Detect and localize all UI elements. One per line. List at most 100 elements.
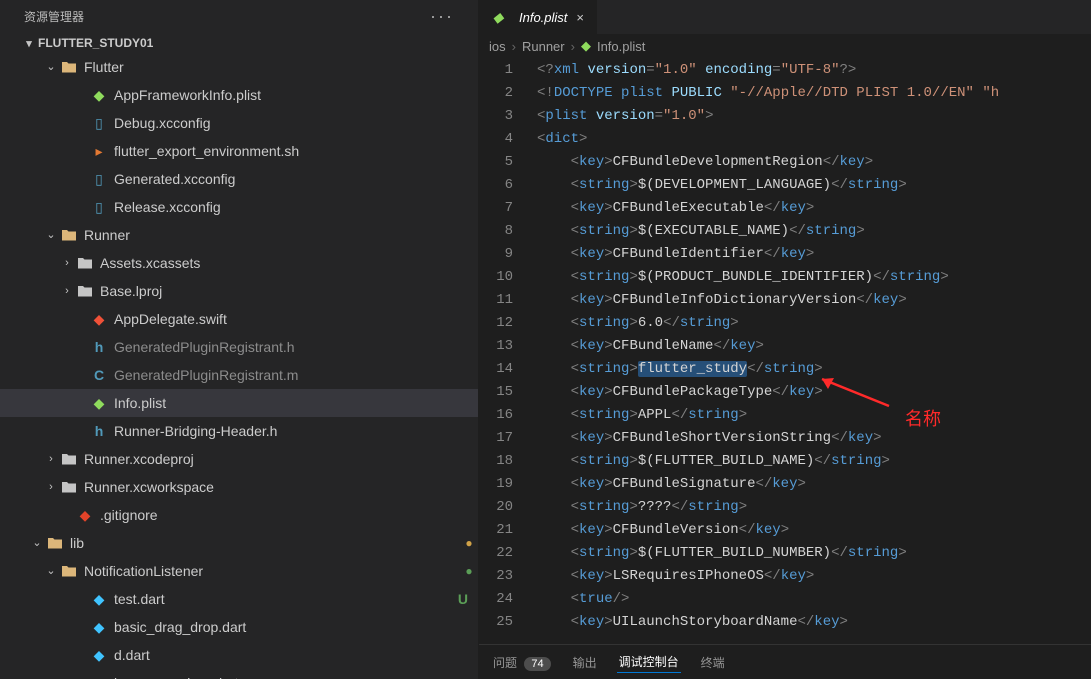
tree-item[interactable]: ›Runner.xcworkspace — [0, 473, 478, 501]
tree-item[interactable]: ⌄lib● — [0, 529, 478, 557]
code-line[interactable]: <string>????</string> — [527, 496, 1091, 519]
tree-item[interactable]: ›◆d.dart — [0, 641, 478, 669]
tree-item[interactable]: ›◆test.dartU — [0, 585, 478, 613]
breadcrumbs[interactable]: ios › Runner › ◆ Info.plist — [479, 34, 1091, 59]
tree-item-label: GeneratedPluginRegistrant.h — [114, 336, 478, 358]
code-line[interactable]: <plist version="1.0"> — [527, 105, 1091, 128]
chevron-down-icon[interactable]: ⌄ — [44, 560, 58, 582]
tree-item[interactable]: ›◆.gitignore — [0, 501, 478, 529]
tree-item[interactable]: ›◆basic_drag_drop.dart — [0, 613, 478, 641]
tree-item[interactable]: ›◆Info.plist — [0, 389, 478, 417]
tree-item[interactable]: ›▯Generated.xcconfig — [0, 165, 478, 193]
tree-item[interactable]: ›Assets.xcassets — [0, 249, 478, 277]
tree-item-label: AppDelegate.swift — [114, 308, 478, 330]
panel-tab-output[interactable]: 输出 — [571, 652, 599, 673]
code-line[interactable]: <key>CFBundleIdentifier</key> — [527, 243, 1091, 266]
chevron-right-icon[interactable]: › — [60, 252, 74, 274]
chevron-down-icon[interactable]: ⌄ — [30, 532, 44, 554]
xcconfig-icon: ▯ — [90, 168, 108, 190]
code-line[interactable]: <true/> — [527, 588, 1091, 611]
tree-item[interactable]: ›◆longpress_drag.dart — [0, 669, 478, 679]
chevron-down-icon[interactable]: ⌄ — [44, 224, 58, 246]
code-content[interactable]: <?xml version="1.0" encoding="UTF-8"?><!… — [527, 59, 1091, 644]
tree-item[interactable]: ⌄Runner — [0, 221, 478, 249]
explorer-more-icon[interactable]: ··· — [430, 6, 454, 27]
code-line[interactable]: <key>CFBundleVersion</key> — [527, 519, 1091, 542]
folder-icon — [76, 284, 94, 298]
tree-item[interactable]: ›▯Debug.xcconfig — [0, 109, 478, 137]
panel-tab-debug-console[interactable]: 调试控制台 — [617, 651, 681, 673]
explorer-sidebar: 资源管理器 ··· ▾ FLUTTER_STUDY01 ⌄Flutter›◆Ap… — [0, 0, 479, 679]
tree-item-label: lib — [70, 532, 460, 554]
panel-tab-terminal[interactable]: 终端 — [699, 652, 727, 673]
tree-item[interactable]: ›▯Release.xcconfig — [0, 193, 478, 221]
code-line[interactable]: <key>CFBundleSignature</key> — [527, 473, 1091, 496]
tree-item[interactable]: ›Runner.xcodeproj — [0, 445, 478, 473]
git-status-dot: ● — [460, 560, 478, 582]
code-line[interactable]: <string>$(FLUTTER_BUILD_NAME)</string> — [527, 450, 1091, 473]
plist-icon: ◆ — [489, 9, 507, 26]
lib-icon — [46, 536, 64, 550]
breadcrumb-item[interactable]: ios — [489, 39, 506, 54]
tab-label: Info.plist — [519, 10, 567, 25]
code-line[interactable]: <key>CFBundleInfoDictionaryVersion</key> — [527, 289, 1091, 312]
code-line[interactable]: <string>$(EXECUTABLE_NAME)</string> — [527, 220, 1091, 243]
project-root[interactable]: ▾ FLUTTER_STUDY01 — [0, 33, 478, 53]
problems-count-badge: 74 — [524, 657, 550, 671]
tree-item[interactable]: ⌄ NotificationListener● — [0, 557, 478, 585]
tree-item[interactable]: ›◆AppDelegate.swift — [0, 305, 478, 333]
code-line[interactable]: <key>CFBundleDevelopmentRegion</key> — [527, 151, 1091, 174]
tree-item-label: Generated.xcconfig — [114, 168, 478, 190]
plist-icon: ◆ — [90, 392, 108, 414]
h-icon: h — [90, 420, 108, 442]
panel-tab-problems[interactable]: 问题 74 — [491, 652, 553, 673]
breadcrumb-item[interactable]: Runner — [522, 39, 565, 54]
xcconfig-icon: ▯ — [90, 196, 108, 218]
code-line[interactable]: <key>CFBundlePackageType</key> — [527, 381, 1091, 404]
tree-item[interactable]: ⌄Flutter — [0, 53, 478, 81]
tab-infoplist[interactable]: ◆ Info.plist × — [479, 0, 598, 34]
code-line[interactable]: <string>flutter_study</string> — [527, 358, 1091, 381]
chevron-right-icon: › — [571, 39, 575, 54]
code-line[interactable]: <key>LSRequiresIPhoneOS</key> — [527, 565, 1091, 588]
git-icon: ◆ — [76, 504, 94, 526]
code-line[interactable]: <key>CFBundleName</key> — [527, 335, 1091, 358]
close-icon[interactable]: × — [573, 10, 587, 25]
folder-icon — [76, 256, 94, 270]
code-line[interactable]: <key>UILaunchStoryboardName</key> — [527, 611, 1091, 634]
tree-item[interactable]: ›hRunner-Bridging-Header.h — [0, 417, 478, 445]
code-line[interactable]: <string>$(DEVELOPMENT_LANGUAGE)</string> — [527, 174, 1091, 197]
folder-open-icon — [60, 60, 78, 74]
breadcrumb-item[interactable]: Info.plist — [597, 39, 645, 54]
tree-item-label: Release.xcconfig — [114, 196, 478, 218]
chevron-down-icon[interactable]: ⌄ — [44, 56, 58, 78]
code-line[interactable]: <string>6.0</string> — [527, 312, 1091, 335]
tree-item-label: NotificationListener — [84, 560, 460, 582]
tree-item-label: d.dart — [114, 644, 478, 666]
code-line[interactable]: <dict> — [527, 128, 1091, 151]
plist-icon: ◆ — [90, 84, 108, 106]
code-line[interactable]: <string>$(PRODUCT_BUNDLE_IDENTIFIER)</st… — [527, 266, 1091, 289]
tree-item[interactable]: ›◆AppFrameworkInfo.plist — [0, 81, 478, 109]
dart-icon: ◆ — [90, 644, 108, 666]
code-line[interactable]: <key>CFBundleShortVersionString</key> — [527, 427, 1091, 450]
code-line[interactable]: <string>APPL</string> — [527, 404, 1091, 427]
file-tree[interactable]: ⌄Flutter›◆AppFrameworkInfo.plist›▯Debug.… — [0, 53, 478, 679]
xcconfig-icon: ▯ — [90, 112, 108, 134]
chevron-right-icon[interactable]: › — [44, 448, 58, 470]
code-line[interactable]: <!DOCTYPE plist PUBLIC "-//Apple//DTD PL… — [527, 82, 1091, 105]
tree-item[interactable]: ›CGeneratedPluginRegistrant.m — [0, 361, 478, 389]
chevron-right-icon[interactable]: › — [44, 476, 58, 498]
code-line[interactable]: <string>$(FLUTTER_BUILD_NUMBER)</string> — [527, 542, 1091, 565]
tree-item[interactable]: ›Base.lproj — [0, 277, 478, 305]
chevron-right-icon[interactable]: › — [60, 280, 74, 302]
code-editor[interactable]: 1234567891011121314151617181920212223242… — [479, 59, 1091, 644]
code-line[interactable]: <?xml version="1.0" encoding="UTF-8"?> — [527, 59, 1091, 82]
tree-item-label: longpress_drag.dart — [114, 672, 478, 679]
tree-item[interactable]: ›▸flutter_export_environment.sh — [0, 137, 478, 165]
tree-item[interactable]: ›hGeneratedPluginRegistrant.h — [0, 333, 478, 361]
code-line[interactable]: <key>CFBundleExecutable</key> — [527, 197, 1091, 220]
chevron-down-icon: ▾ — [22, 37, 36, 50]
tree-item-label: Runner-Bridging-Header.h — [114, 420, 478, 442]
panel-tabs: 问题 74 输出 调试控制台 终端 — [479, 644, 1091, 679]
